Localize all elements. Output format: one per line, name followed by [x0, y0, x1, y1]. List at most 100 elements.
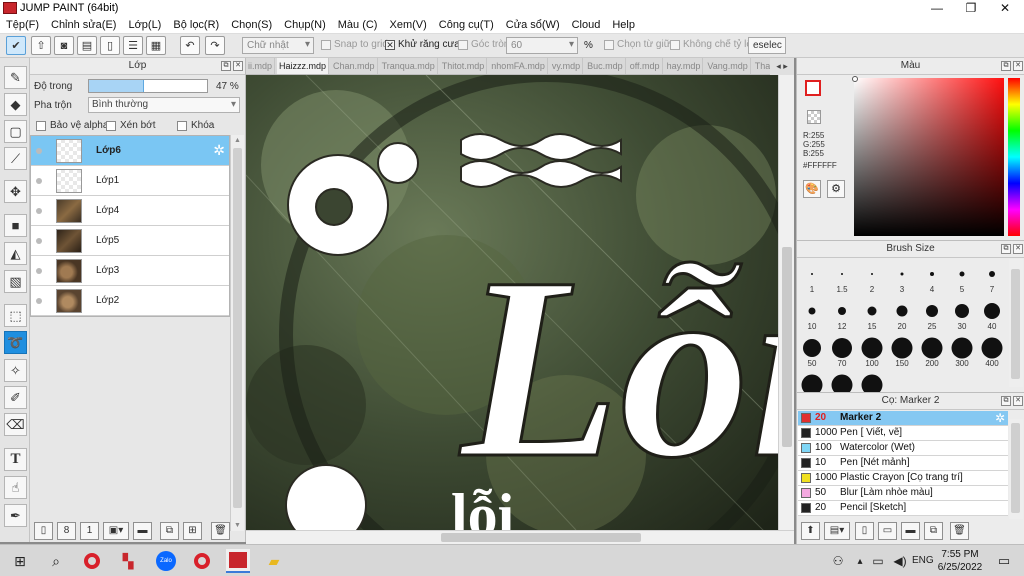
float-panel-icon[interactable]: ⧉	[1001, 244, 1011, 254]
lock-ratio-checkbox[interactable]: Không chế tỷ lệ	[670, 39, 752, 50]
protect-alpha-checkbox[interactable]: Bảo vệ alpha	[36, 120, 108, 131]
brush-size-cell[interactable]: 1.5	[827, 261, 857, 297]
float-panel-icon[interactable]: ⧉	[1001, 61, 1011, 71]
brush-size-cell[interactable]: 5	[947, 261, 977, 297]
visibility-icon[interactable]	[36, 148, 42, 154]
brush-list-scrollbar[interactable]	[1009, 419, 1023, 519]
scroll-up-icon[interactable]: ▲	[233, 137, 242, 144]
scroll-down-icon[interactable]: ▼	[233, 522, 242, 529]
canvas[interactable]: Lỗi lỗi	[246, 75, 778, 530]
brush-import-icon[interactable]: ▭	[878, 522, 897, 540]
tab-buc[interactable]: Buc.mdp	[585, 58, 626, 74]
merge-layer-icon[interactable]: ⊞	[183, 522, 202, 540]
menu-layer[interactable]: Lớp(L)	[122, 19, 167, 31]
scroll-thumb[interactable]	[441, 533, 641, 542]
float-panel-icon[interactable]: ⧉	[221, 61, 231, 71]
brush-new-menu-icon[interactable]: ▤▾	[824, 522, 850, 540]
tab-haizzz[interactable]: Haizzz.mdp	[277, 58, 330, 74]
redo-icon[interactable]: ↷	[205, 36, 225, 55]
trash-icon[interactable]: 🗑	[211, 522, 230, 540]
brush-size-cell[interactable]: 1	[797, 261, 827, 297]
people-icon[interactable]: ⚇	[826, 549, 850, 573]
menu-filter[interactable]: Bộ lọc(R)	[167, 19, 225, 31]
gear-icon[interactable]: ✲	[213, 142, 225, 159]
clock[interactable]: 7:55 PM 6/25/2022	[930, 548, 990, 574]
palette-settings-icon[interactable]: ⚙	[827, 180, 845, 198]
clip-checkbox[interactable]: Xén bớt	[106, 120, 155, 131]
brush-list-item[interactable]: 20 Marker 2 ✲	[798, 411, 1008, 426]
add-layer-menu-icon[interactable]: ▣▾	[103, 522, 129, 540]
brush-size-cell[interactable]: 50	[797, 335, 827, 371]
layer-row[interactable]: Lớp6 ✲	[31, 136, 229, 166]
move-tool-icon[interactable]: ✥	[4, 180, 27, 203]
select-center-checkbox[interactable]: Chọn từ giữa	[604, 39, 676, 50]
tab-tranqua[interactable]: Tranqua.mdp	[380, 58, 438, 74]
tab-thitot[interactable]: Thitot.mdp	[440, 58, 488, 74]
menu-window[interactable]: Cửa sổ(W)	[500, 19, 566, 31]
notification-icon[interactable]: ▭	[992, 549, 1016, 573]
fill-shape-tool-icon[interactable]: ■	[4, 214, 27, 237]
scroll-thumb[interactable]	[233, 148, 242, 508]
menu-edit[interactable]: Chỉnh sửa(E)	[45, 19, 122, 31]
palette-icon[interactable]: 🎨	[803, 180, 821, 198]
hue-slider[interactable]	[1008, 78, 1020, 236]
brush-size-cell[interactable]: 25	[917, 298, 947, 334]
menu-tools[interactable]: Công cụ(T)	[433, 19, 500, 31]
visibility-icon[interactable]	[36, 268, 42, 274]
brush-list-item[interactable]: 1000 Pen [ Viết, vẽ]	[798, 426, 1008, 441]
network-icon[interactable]: ▭	[866, 549, 890, 573]
menu-color[interactable]: Màu (C)	[332, 19, 384, 31]
document-icon[interactable]: ▯	[100, 36, 120, 55]
visibility-icon[interactable]	[36, 238, 42, 244]
brush-list-item[interactable]: 10 Pen [Nét mảnh]	[798, 456, 1008, 471]
brush-size-cell[interactable]: 3	[887, 261, 917, 297]
close-panel-icon[interactable]: ✕	[1013, 396, 1023, 406]
undo-icon[interactable]: ↶	[180, 36, 200, 55]
layer-scrollbar[interactable]: ▲ ▼	[230, 135, 244, 531]
lasso-tool-icon[interactable]: ➰	[4, 331, 27, 354]
brush-list-item[interactable]: 50 Blur [Làm nhòe màu]	[798, 486, 1008, 501]
scroll-thumb[interactable]	[1011, 269, 1020, 379]
close-button[interactable]: ✕	[990, 0, 1020, 16]
brush-size-cell[interactable]: 200	[917, 335, 947, 371]
round-value-input[interactable]: 60 ▾	[506, 37, 578, 54]
visibility-icon[interactable]	[36, 178, 42, 184]
lock-checkbox[interactable]: Khóa	[177, 120, 214, 131]
opera-icon[interactable]	[80, 549, 104, 573]
check-icon[interactable]: ✔	[6, 36, 26, 55]
jump-paint-taskbar-icon[interactable]	[226, 549, 250, 573]
windows-start-icon[interactable]: ⊞	[8, 549, 32, 573]
menu-cloud[interactable]: Cloud	[566, 19, 607, 31]
new-layer-1bit-icon[interactable]: 1	[80, 522, 99, 540]
float-panel-icon[interactable]: ⧉	[1001, 396, 1011, 406]
message-icon[interactable]: ▤	[77, 36, 97, 55]
search-icon[interactable]: ⌕	[44, 549, 68, 573]
new-layer-icon[interactable]: ▯	[34, 522, 53, 540]
close-panel-icon[interactable]: ✕	[233, 61, 243, 71]
opacity-slider[interactable]	[88, 79, 208, 93]
folder-icon[interactable]: ▬	[133, 522, 152, 540]
brush-tool-icon[interactable]: ✎	[4, 66, 27, 89]
grid-icon[interactable]: ▦	[146, 36, 166, 55]
tab-scroll-icon[interactable]: ◂ ▸	[770, 58, 794, 75]
transparent-swatch[interactable]	[807, 110, 821, 124]
brush-size-cell[interactable]: 7	[977, 261, 1007, 297]
list-icon[interactable]: ☰	[123, 36, 143, 55]
app-grid-icon[interactable]: ▚	[116, 549, 140, 573]
tab-nhomfa[interactable]: nhomFA.mdp	[489, 58, 548, 74]
eyedropper-tool-icon[interactable]: ✒	[4, 504, 27, 527]
brush-size-cell[interactable]: 40	[977, 298, 1007, 334]
visibility-icon[interactable]	[36, 298, 42, 304]
menu-file[interactable]: Tệp(F)	[0, 19, 45, 31]
scroll-thumb[interactable]	[1011, 423, 1020, 513]
new-layer-8bit-icon[interactable]: 8	[57, 522, 76, 540]
tab-vy[interactable]: vy.mdp	[550, 58, 584, 74]
gear-icon[interactable]: ✲	[995, 411, 1005, 425]
brush-size-cell[interactable]: 70	[827, 335, 857, 371]
canvas-vertical-scrollbar[interactable]	[778, 75, 794, 530]
select-eraser-tool-icon[interactable]: ⌫	[4, 413, 27, 436]
bucket-tool-icon[interactable]: ◭	[4, 242, 27, 265]
layer-row[interactable]: Lớp4	[31, 196, 229, 226]
menu-capture[interactable]: Chụp(N)	[278, 19, 332, 31]
folder-icon[interactable]: ▬	[901, 522, 920, 540]
